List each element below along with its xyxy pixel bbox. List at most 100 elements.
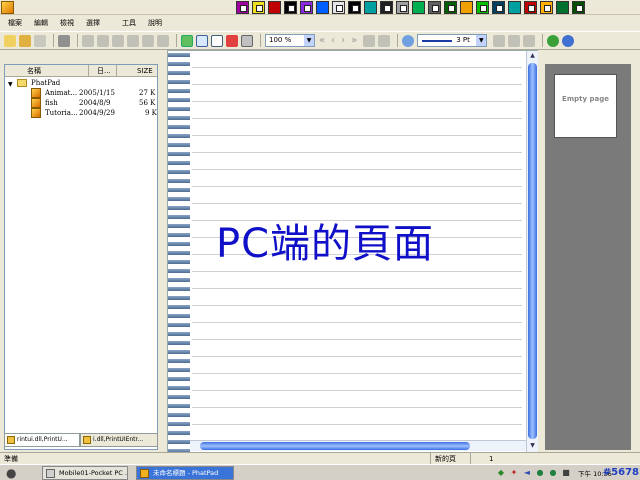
tab-label: rintui.dll,PrintU... (17, 436, 68, 443)
color-swatch[interactable] (524, 1, 537, 14)
toolbar-separator (260, 34, 261, 47)
phatpad-app-icon[interactable] (1, 1, 14, 14)
grid-icon[interactable] (196, 34, 208, 47)
color-swatch[interactable] (412, 1, 425, 14)
taskbar: ● Mobile01-Pocket PC ... 未命名標題 - PhatPad… (0, 464, 640, 480)
recognize-icon[interactable] (493, 34, 506, 47)
vertical-scroll-thumb[interactable] (528, 63, 537, 439)
scroll-up-icon[interactable]: ▲ (528, 52, 537, 61)
help-icon[interactable] (562, 34, 575, 47)
zoom-select[interactable]: 100 % ▼ (265, 34, 315, 47)
start-button-apple-icon[interactable]: ● (6, 466, 22, 480)
color-swatch[interactable] (380, 1, 393, 14)
color-swatch[interactable] (348, 1, 361, 14)
color-swatch[interactable] (364, 1, 377, 14)
erase-icon[interactable] (226, 34, 238, 47)
color-swatch[interactable] (492, 1, 505, 14)
color-swatch[interactable] (540, 1, 553, 14)
file-row[interactable]: Tutoria... 2004/9/29 9 K (5, 108, 157, 118)
pen-width-select[interactable]: 3 Pt ▼ (417, 34, 488, 47)
column-header-date[interactable]: 日... (89, 65, 117, 77)
menu-select[interactable]: 選擇 (86, 18, 100, 28)
menu-view[interactable]: 檢視 (60, 18, 74, 28)
color-swatch[interactable] (572, 1, 585, 14)
color-swatch[interactable] (300, 1, 313, 14)
print-icon[interactable] (58, 34, 70, 47)
file-size: 56 K (139, 99, 156, 107)
folder-name: PhatPad (31, 79, 61, 87)
phatpad-window: 檔案 編輯 檢視 選擇 工具 說明 100 % ▼ « ‹ › » 3 Pt ▼… (0, 0, 640, 480)
toolbar: 100 % ▼ « ‹ › » 3 Pt ▼ (0, 31, 640, 50)
pen-size-value: 3 Pt (456, 36, 470, 44)
file-tree: ▼ PhatPad Animat... 2005/1/15 27 K fish … (5, 78, 157, 118)
horizontal-scroll-thumb[interactable] (200, 442, 470, 450)
first-page-icon[interactable]: « (319, 35, 325, 47)
insert-page-icon[interactable] (363, 34, 376, 47)
color-swatch[interactable] (284, 1, 297, 14)
color-swatch[interactable] (316, 1, 329, 14)
undo-icon[interactable] (82, 34, 94, 47)
redo-icon[interactable] (97, 34, 109, 47)
remove-page-icon[interactable] (378, 34, 391, 47)
color-swatch[interactable] (428, 1, 441, 14)
ink-color-icon[interactable] (402, 34, 415, 47)
taskbar-item-phatpad[interactable]: 未命名標題 - PhatPad (136, 466, 234, 480)
horizontal-scrollbar[interactable] (190, 440, 526, 451)
pen-line-preview (422, 40, 453, 42)
tray-app-icon[interactable]: ■ (561, 468, 571, 478)
taskbar-item-mobile01[interactable]: Mobile01-Pocket PC ... (42, 466, 128, 480)
sync-tray-icon[interactable]: ● (535, 468, 545, 478)
previous-page-icon[interactable]: ‹ (331, 35, 335, 47)
phatpad-file-icon (31, 108, 41, 118)
tab-label: i.dll,PrintUIEntr... (93, 436, 144, 443)
color-swatch[interactable] (252, 1, 265, 14)
stamp-icon[interactable] (523, 34, 536, 47)
network-icon[interactable]: ◆ (496, 468, 506, 478)
messenger-icon[interactable]: ● (548, 468, 558, 478)
color-swatch[interactable] (268, 1, 281, 14)
color-swatch[interactable] (460, 1, 473, 14)
cut-icon[interactable] (112, 34, 124, 47)
vertical-scrollbar[interactable]: ▲ ▼ (526, 51, 538, 452)
last-page-icon[interactable]: » (351, 35, 357, 47)
open-folder-icon[interactable] (19, 34, 31, 47)
lasso-icon[interactable] (241, 34, 253, 47)
new-page-icon[interactable] (4, 34, 16, 47)
tree-folder-row[interactable]: ▼ PhatPad (5, 78, 157, 88)
phatpad-app-icon (140, 469, 149, 478)
tab-printui-1[interactable]: rintui.dll,PrintU... (4, 433, 80, 447)
save-icon[interactable] (34, 34, 46, 47)
color-swatch[interactable] (444, 1, 457, 14)
color-swatch[interactable] (332, 1, 345, 14)
volume-icon[interactable]: ◄ (522, 468, 532, 478)
color-swatch[interactable] (508, 1, 521, 14)
format-icon[interactable] (508, 34, 521, 47)
menu-edit[interactable]: 編輯 (34, 18, 48, 28)
browser-icon (46, 469, 55, 478)
color-swatch[interactable] (396, 1, 409, 14)
sync-icon[interactable] (547, 34, 560, 47)
rectangle-select-icon[interactable] (211, 34, 223, 47)
paste-icon[interactable] (142, 34, 154, 47)
menu-help[interactable]: 說明 (148, 18, 162, 28)
status-bar: 準備 新的頁 1 (0, 452, 640, 465)
file-size: 27 K (139, 89, 156, 97)
copy-icon[interactable] (127, 34, 139, 47)
delete-icon[interactable] (157, 34, 169, 47)
color-swatch[interactable] (236, 1, 249, 14)
file-row[interactable]: Animat... 2005/1/15 27 K (5, 88, 157, 98)
menu-tools[interactable]: 工具 (122, 18, 136, 28)
file-row[interactable]: fish 2004/8/9 56 K (5, 98, 157, 108)
next-page-icon[interactable]: › (341, 35, 345, 47)
notebook-page[interactable]: PC端的頁面 ▲ ▼ (167, 50, 538, 453)
page-thumbnail[interactable]: Empty page (554, 74, 617, 138)
column-header-size[interactable]: SIZE (117, 65, 157, 77)
color-swatch[interactable] (556, 1, 569, 14)
column-header-name[interactable]: 名稱 (5, 65, 89, 77)
tab-printui-2[interactable]: i.dll,PrintUIEntr... (80, 433, 158, 447)
scroll-down-icon[interactable]: ▼ (528, 442, 537, 451)
menu-file[interactable]: 檔案 (8, 18, 22, 28)
pen-tool-icon[interactable] (181, 34, 193, 47)
antivirus-icon[interactable]: ✦ (509, 468, 519, 478)
color-swatch[interactable] (476, 1, 489, 14)
